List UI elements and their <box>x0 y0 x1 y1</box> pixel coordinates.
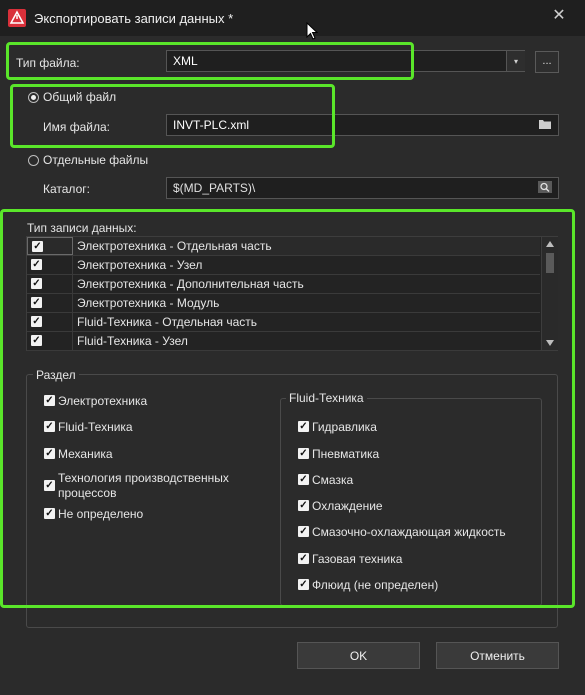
vertical-scrollbar[interactable] <box>541 237 558 350</box>
folder-icon[interactable] <box>538 118 552 130</box>
checkbox[interactable]: ✓ <box>32 241 43 252</box>
section-item-mechanics[interactable]: Механика <box>58 447 113 461</box>
checkbox-coolant[interactable]: ✓ <box>298 526 309 537</box>
checkbox[interactable]: ✓ <box>31 335 42 346</box>
fluid-item-pneumatics[interactable]: Пневматика <box>312 447 379 461</box>
section-item-electrical[interactable]: Электротехника <box>58 394 147 408</box>
list-item-label: Электротехника - Дополнительная часть <box>77 277 304 291</box>
list-item[interactable]: ✓ Электротехника - Узел <box>27 256 540 275</box>
fluid-item-cooling[interactable]: Охлаждение <box>312 499 383 513</box>
row-checkbox-cell[interactable]: ✓ <box>27 313 73 331</box>
fluid-item-hydraulics[interactable]: Гидравлика <box>312 420 377 434</box>
section-item-fluid[interactable]: Fluid-Техника <box>58 420 133 434</box>
list-item-label: Электротехника - Узел <box>77 258 203 272</box>
mouse-cursor-icon <box>306 22 318 40</box>
row-checkbox-cell[interactable]: ✓ <box>27 237 73 255</box>
file-name-label: Имя файла: <box>43 120 110 134</box>
list-item[interactable]: ✓ Электротехника - Модуль <box>27 294 540 313</box>
file-type-value: XML <box>173 54 198 68</box>
file-name-value: INVT-PLC.xml <box>173 118 250 132</box>
catalog-value: $(MD_PARTS)\ <box>173 181 256 195</box>
record-types-label: Тип записи данных: <box>27 221 137 235</box>
checkbox-cooling[interactable]: ✓ <box>298 500 309 511</box>
separate-files-radio[interactable] <box>28 155 39 166</box>
ok-button[interactable]: OK <box>297 642 420 669</box>
checkbox-fluid[interactable]: ✓ <box>44 421 55 432</box>
row-checkbox-cell[interactable]: ✓ <box>27 294 73 312</box>
checkbox-electrical[interactable]: ✓ <box>44 395 55 406</box>
section-item-process-technology[interactable]: Технология производственных процессов <box>58 471 248 501</box>
checkbox-mechanics[interactable]: ✓ <box>44 448 55 459</box>
scroll-up-arrow-icon[interactable] <box>546 241 554 247</box>
file-type-select[interactable]: XML <box>166 50 525 72</box>
window-title: Экспортировать записи данных * <box>34 11 234 26</box>
cancel-button[interactable]: Отменить <box>436 642 559 669</box>
separate-files-label[interactable]: Отдельные файлы <box>43 153 148 167</box>
chevron-down-icon[interactable]: ▾ <box>506 51 525 71</box>
fluid-item-gas[interactable]: Газовая техника <box>312 552 402 566</box>
section-label: Раздел <box>33 368 79 382</box>
record-types-list[interactable]: ✓ Электротехника - Отдельная часть ✓ Эле… <box>26 236 558 351</box>
checkbox-undefined[interactable]: ✓ <box>44 508 55 519</box>
checkbox-fluid-undefined[interactable]: ✓ <box>298 579 309 590</box>
row-checkbox-cell[interactable]: ✓ <box>27 256 73 274</box>
common-file-radio[interactable] <box>28 92 39 103</box>
checkbox[interactable]: ✓ <box>31 316 42 327</box>
list-item[interactable]: ✓ Электротехника - Отдельная часть <box>27 237 540 256</box>
file-name-input[interactable]: INVT-PLC.xml <box>166 114 559 136</box>
checkbox-hydraulics[interactable]: ✓ <box>298 421 309 432</box>
fluid-group-label: Fluid-Техника <box>286 391 367 405</box>
list-item-label: Электротехника - Модуль <box>77 296 220 310</box>
search-icon[interactable] <box>538 181 552 193</box>
checkbox-process-technology[interactable]: ✓ <box>44 480 55 491</box>
list-item[interactable]: ✓ Fluid-Техника - Отдельная часть <box>27 313 540 332</box>
list-item-label: Fluid-Техника - Узел <box>77 334 188 348</box>
checkbox-pneumatics[interactable]: ✓ <box>298 448 309 459</box>
list-item[interactable]: ✓ Электротехника - Дополнительная часть <box>27 275 540 294</box>
checkbox-gas[interactable]: ✓ <box>298 553 309 564</box>
file-type-more-button[interactable]: ... <box>535 51 559 73</box>
section-item-undefined[interactable]: Не определено <box>58 507 143 521</box>
catalog-label: Каталог: <box>43 182 90 196</box>
checkbox[interactable]: ✓ <box>31 259 42 270</box>
row-checkbox-cell[interactable]: ✓ <box>27 275 73 293</box>
fluid-item-lubrication[interactable]: Смазка <box>312 473 353 487</box>
scroll-down-arrow-icon[interactable] <box>546 340 554 346</box>
list-item-label: Электротехника - Отдельная часть <box>77 239 272 253</box>
checkbox-lubrication[interactable]: ✓ <box>298 474 309 485</box>
fluid-item-coolant[interactable]: Смазочно-охлаждающая жидкость <box>312 525 506 539</box>
checkbox[interactable]: ✓ <box>31 297 42 308</box>
fluid-item-undefined[interactable]: Флюид (не определен) <box>312 578 438 592</box>
list-item[interactable]: ✓ Fluid-Техника - Узел <box>27 332 540 351</box>
app-logo-icon <box>8 9 26 27</box>
row-checkbox-cell[interactable]: ✓ <box>27 332 73 350</box>
file-type-label: Тип файла: <box>16 56 80 70</box>
checkbox[interactable]: ✓ <box>31 278 42 289</box>
list-item-label: Fluid-Техника - Отдельная часть <box>77 315 258 329</box>
catalog-input[interactable]: $(MD_PARTS)\ <box>166 177 559 199</box>
close-button[interactable]: ✕ <box>548 5 570 27</box>
scroll-thumb[interactable] <box>546 253 554 273</box>
common-file-label[interactable]: Общий файл <box>43 90 116 104</box>
